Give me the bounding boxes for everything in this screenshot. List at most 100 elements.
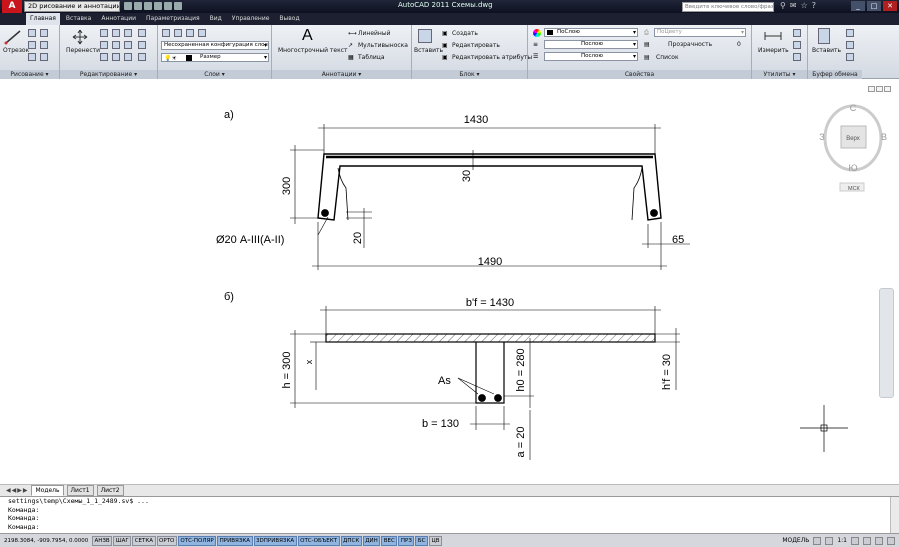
cut-icon[interactable] <box>846 29 854 37</box>
match-properties-icon[interactable] <box>846 53 854 61</box>
panel-clipboard-title[interactable]: Буфер обмена <box>808 70 862 79</box>
tab-layout1[interactable]: Лист1 <box>66 485 94 496</box>
id-point-icon[interactable] <box>793 53 801 61</box>
line-button[interactable]: Отрезок <box>3 47 29 54</box>
status-toggle-12[interactable]: БС <box>415 535 428 546</box>
communication-icon[interactable]: ✉ <box>790 1 797 10</box>
tab-annotate[interactable]: Аннотации <box>97 13 140 25</box>
viewcube-south[interactable]: Ю <box>848 163 857 173</box>
line-icon[interactable] <box>4 29 22 45</box>
panel-utilities-title[interactable]: Утилиты ▾ <box>752 70 807 79</box>
status-toggle-9[interactable]: ДИН <box>362 535 381 546</box>
coordinates-readout[interactable]: 2198.3084, -909.7954, 0.0000 <box>0 538 92 544</box>
workspace-switch-icon[interactable] <box>863 536 871 545</box>
panel-layers-title[interactable]: Слои ▾ <box>158 70 271 79</box>
join-icon[interactable] <box>138 53 146 61</box>
help-icon[interactable]: ? <box>812 1 816 10</box>
tab-parametric[interactable]: Параметризация <box>142 13 204 25</box>
multileader-button[interactable]: Мультивыноска <box>358 42 408 49</box>
polyline-icon[interactable] <box>28 29 36 37</box>
save-icon[interactable] <box>144 2 152 10</box>
command-prompt[interactable]: Команда: <box>8 523 899 532</box>
model-space-label[interactable]: МОДЕЛЬ <box>782 537 809 544</box>
status-toggle-4[interactable]: ОТС-ПОЛЯР <box>177 535 217 546</box>
tab-layout2[interactable]: Лист2 <box>96 485 124 496</box>
annotation-visibility-icon[interactable] <box>851 536 859 545</box>
stretch-icon[interactable] <box>138 41 146 49</box>
ucs-menu[interactable]: МСК <box>848 186 861 192</box>
measure-icon[interactable] <box>764 31 782 41</box>
insert-block-icon[interactable] <box>418 29 432 43</box>
copy-clip-icon[interactable] <box>846 41 854 49</box>
viewcube-north[interactable]: С <box>850 103 857 113</box>
tab-manage[interactable]: Управление <box>228 13 274 25</box>
paste-button[interactable]: Вставить <box>812 47 841 54</box>
panel-annotation-title[interactable]: Аннотации ▾ <box>272 70 411 79</box>
scale-icon[interactable] <box>100 53 108 61</box>
quick-view-drawings-icon[interactable] <box>825 536 834 545</box>
edit-block-button[interactable]: Редактировать <box>452 42 500 49</box>
ellipse-icon[interactable] <box>28 53 36 61</box>
status-toggle-2[interactable]: СЕТКА <box>132 535 156 546</box>
search-input[interactable]: Введите ключевое слово/фразу <box>682 2 774 12</box>
application-menu-button[interactable]: A <box>2 0 22 13</box>
copy-icon[interactable] <box>138 29 146 37</box>
panel-modify-title[interactable]: Редактирование ▾ <box>60 70 157 79</box>
panel-block-title[interactable]: Блок ▾ <box>412 70 527 79</box>
workspace-select[interactable]: 2D рисование и аннотации <box>24 1 120 12</box>
create-block-button[interactable]: Создать <box>452 30 478 37</box>
navigation-bar[interactable] <box>879 288 894 398</box>
viewport-minimize-icon[interactable] <box>868 86 875 92</box>
insert-block-button[interactable]: Вставить <box>414 47 443 54</box>
tab-output[interactable]: Вывод <box>275 13 303 25</box>
viewport-close-icon[interactable] <box>884 86 891 92</box>
arc-icon[interactable] <box>28 41 36 49</box>
layer-off-icon[interactable] <box>186 29 194 37</box>
quick-view-layouts-icon[interactable] <box>813 536 822 545</box>
tab-insert[interactable]: Вставка <box>62 13 95 25</box>
layer-select[interactable]: Размер <box>161 53 269 62</box>
open-icon[interactable] <box>134 2 142 10</box>
status-toggle-7[interactable]: ОТС-ОБЪЕКТ <box>297 535 340 546</box>
status-toggle-10[interactable]: ВЕС <box>381 535 398 546</box>
paste-icon[interactable] <box>818 28 830 44</box>
status-toggle-0[interactable]: АНЗВ <box>92 535 113 546</box>
layer-properties-icon[interactable] <box>162 29 170 37</box>
favorites-icon[interactable]: ☆ <box>801 1 808 10</box>
hatch-icon[interactable] <box>40 53 48 61</box>
lock-icon[interactable] <box>875 536 883 545</box>
panel-properties-title[interactable]: Свойства <box>528 70 751 79</box>
redo-icon[interactable] <box>164 2 172 10</box>
new-icon[interactable] <box>124 2 132 10</box>
measure-button[interactable]: Измерить <box>758 47 789 54</box>
status-toggle-8[interactable]: ДПСК <box>340 535 362 546</box>
viewcube[interactable]: Верх С Ю З В МСК <box>819 103 887 192</box>
tab-nav-arrows-icon[interactable]: ◀◀▶▶ <box>6 487 28 494</box>
linear-dim-button[interactable]: Линейный <box>358 30 390 37</box>
tab-model[interactable]: Модель <box>31 485 64 496</box>
layer-freeze-icon[interactable] <box>174 29 182 37</box>
minimize-button[interactable]: _ <box>851 1 865 11</box>
viewcube-east[interactable]: В <box>881 132 887 142</box>
viewport-restore-icon[interactable] <box>876 86 883 92</box>
explode-icon[interactable] <box>124 41 132 49</box>
command-line[interactable]: settings\temp\Схемы_1_1_2489.sv$ ... Ком… <box>0 496 899 534</box>
table-button[interactable]: Таблица <box>358 54 385 61</box>
transparency-value[interactable]: 0 <box>737 41 741 48</box>
status-toggle-6[interactable]: 3DПРИВЯЗКА <box>253 535 297 546</box>
status-toggle-1[interactable]: ШАГ <box>113 535 132 546</box>
erase-icon[interactable] <box>124 29 132 37</box>
undo-icon[interactable] <box>154 2 162 10</box>
circle-icon[interactable] <box>40 29 48 37</box>
array-icon[interactable] <box>112 53 120 61</box>
lineweight-select[interactable]: Послою <box>544 52 638 61</box>
color-select[interactable]: ПоСлою <box>544 28 638 37</box>
status-toggle-3[interactable]: ОРТО <box>156 535 177 546</box>
plot-icon[interactable] <box>174 2 182 10</box>
drawing-area[interactable]: Верх С Ю З В МСК а) 1430 300 30 20 Ø20 А… <box>0 80 899 484</box>
viewcube-face[interactable]: Верх <box>846 136 860 142</box>
search-icon[interactable]: ⚲ <box>780 1 786 10</box>
tab-home[interactable]: Главная <box>26 13 60 25</box>
mirror-icon[interactable] <box>100 41 108 49</box>
tab-view[interactable]: Вид <box>206 13 226 25</box>
